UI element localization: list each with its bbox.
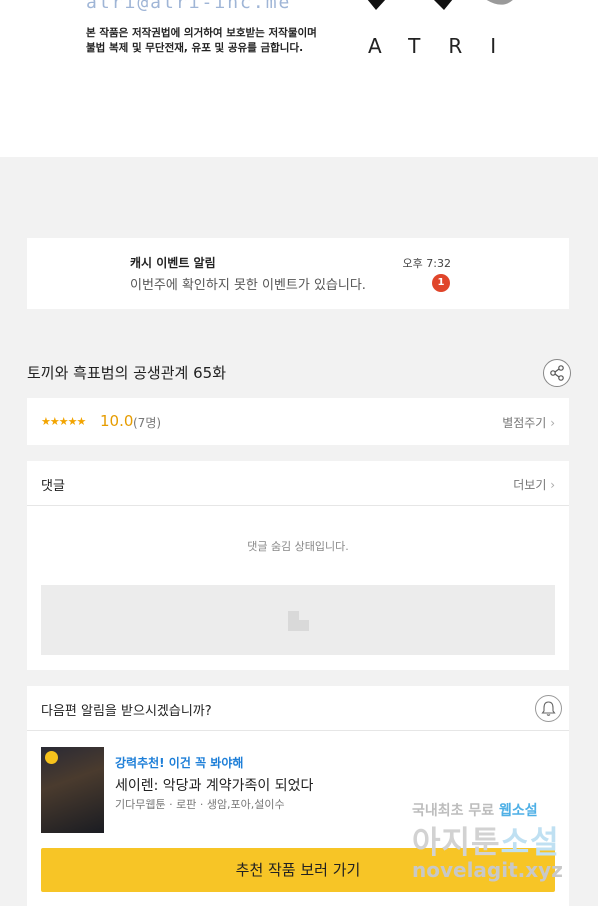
notification-message: 이번주에 확인하지 못한 이벤트가 있습니다. <box>130 278 366 293</box>
comments-more-label: 더보기 <box>513 478 547 492</box>
comments-title: 댓글 <box>41 479 65 494</box>
clock-icon <box>45 751 58 764</box>
copyright-header: atri@atri-inc.me 본 작품은 저작권법에 의거하여 보호받는 저… <box>0 0 598 157</box>
recommended-genre: 기다무웹툰 · 로판 · 생암,포아,설이수 <box>115 798 285 811</box>
share-button[interactable] <box>543 359 571 387</box>
comments-header: 댓글 더보기 › <box>27 461 569 506</box>
bell-icon <box>541 701 556 716</box>
watermark-url: novelagit.xyz <box>412 858 563 882</box>
rating-score: 10.0 <box>100 412 134 430</box>
notification-badge: 1 <box>432 274 450 292</box>
chevron-right-icon: › <box>550 416 555 430</box>
notification-card[interactable]: 캐시 이벤트 알림 이번주에 확인하지 못한 이벤트가 있습니다. 오후 7:3… <box>27 238 569 309</box>
episode-title: 토끼와 흑표범의 공생관계 65화 <box>27 364 226 382</box>
watermark-title: 아지툰소설 <box>412 825 560 861</box>
recommended-title[interactable]: 세이렌: 악당과 계약가족이 되었다 <box>115 775 313 795</box>
site-watermark: 국내최초 무료 웹소설 아지툰소설 novelagit.xyz <box>410 800 580 885</box>
comments-more-button[interactable]: 더보기 › <box>513 476 555 493</box>
rate-button-label: 별점주기 <box>502 416 547 430</box>
recommend-tag: 강력추천! 이건 꼭 봐야해 <box>115 756 244 770</box>
rating-card: ★★★★★ 10.0 (7명) 별점주기 › <box>27 398 569 445</box>
share-icon <box>550 365 564 381</box>
copyright-line: 불법 복제 및 무단전재, 유포 및 공유를 금합니다. <box>86 42 304 54</box>
notify-toggle-button[interactable] <box>535 695 562 722</box>
notification-title: 캐시 이벤트 알림 <box>130 256 216 270</box>
contact-email: atri@atri-inc.me <box>86 0 292 13</box>
next-episode-question: 다음편 알림을 받으시겠습니까? <box>41 704 212 719</box>
logo-text: ATRI <box>368 34 525 58</box>
comments-section: 댓글 더보기 › 댓글 숨김 상태입니다. <box>27 461 569 670</box>
rating-stars: ★★★★★ <box>41 415 86 428</box>
placeholder-image-icon <box>288 611 309 631</box>
copyright-line: 본 작품은 저작권법에 의거하여 보호받는 저작물이며 <box>86 27 317 39</box>
rate-button[interactable]: 별점주기 › <box>502 414 555 431</box>
copyright-notice: 본 작품은 저작권법에 의거하여 보호받는 저작물이며 불법 복제 및 무단전재… <box>86 26 317 56</box>
rating-count: (7명) <box>133 416 162 430</box>
atri-logo-icon <box>367 0 513 10</box>
next-episode-header: 다음편 알림을 받으시겠습니까? <box>27 686 569 731</box>
notification-time: 오후 7:32 <box>402 257 451 270</box>
comments-hidden-notice: 댓글 숨김 상태입니다. <box>247 540 349 553</box>
recommended-cover-image[interactable] <box>41 747 104 833</box>
comment-placeholder <box>41 585 555 655</box>
chevron-right-icon: › <box>550 478 555 492</box>
